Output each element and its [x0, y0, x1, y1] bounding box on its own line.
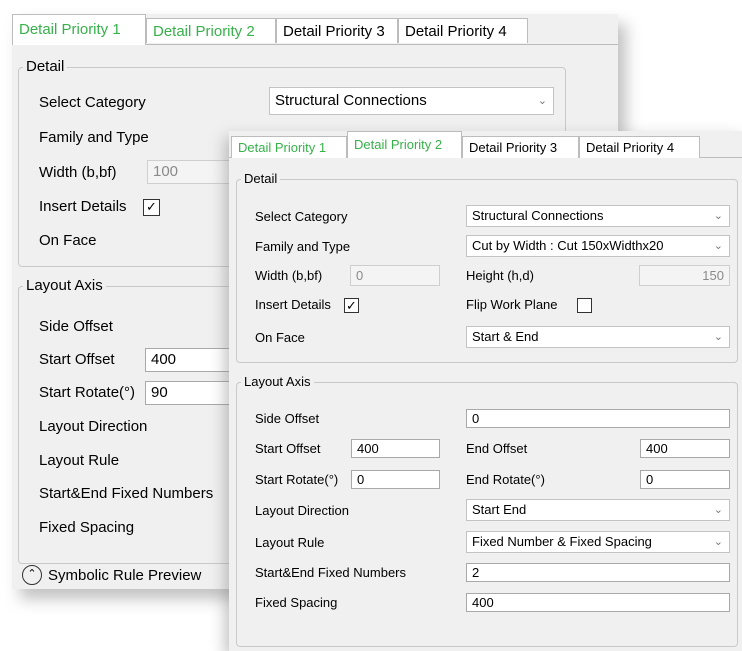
front-side-offset-input[interactable]: 0	[466, 409, 730, 428]
front-tab-detail-priority-2[interactable]: Detail Priority 2	[347, 131, 462, 158]
front-start-rotate-label: Start Rotate(°)	[255, 472, 339, 487]
back-layout-direction-label: Layout Direction	[39, 418, 148, 435]
back-detail-legend: Detail	[23, 59, 68, 75]
back-insert-details-label: Insert Details	[39, 198, 127, 215]
front-height-label: Height (h,d)	[466, 268, 534, 283]
back-select-category-label: Select Category	[39, 94, 146, 111]
front-layout-direction-label: Layout Direction	[255, 503, 349, 518]
front-tab-detail-priority-4[interactable]: Detail Priority 4	[579, 136, 700, 158]
front-tab-detail-priority-3[interactable]: Detail Priority 3	[462, 136, 579, 158]
front-select-category-dropdown[interactable]: Structural Connections ⌄	[466, 205, 730, 227]
front-tab-bar: Detail Priority 1 Detail Priority 2 Deta…	[229, 131, 742, 158]
front-layout-rule-dropdown[interactable]: Fixed Number & Fixed Spacing ⌄	[466, 531, 730, 553]
front-family-type-value: Cut by Width : Cut 150xWidthx20	[472, 238, 664, 253]
back-tab-detail-priority-4[interactable]: Detail Priority 4	[398, 18, 528, 43]
front-on-face-dropdown[interactable]: Start & End ⌄	[466, 326, 730, 348]
front-layout-direction-value: Start End	[472, 502, 527, 517]
front-detail-legend: Detail	[241, 171, 281, 187]
chevron-down-icon: ⌄	[713, 536, 723, 548]
front-layout-direction-dropdown[interactable]: Start End ⌄	[466, 499, 730, 521]
front-layout-rule-value: Fixed Number & Fixed Spacing	[472, 534, 652, 549]
checkmark-icon: ✓	[146, 199, 157, 214]
back-tab-detail-priority-3[interactable]: Detail Priority 3	[276, 18, 398, 43]
back-fixed-numbers-label: Start&End Fixed Numbers	[39, 485, 214, 502]
back-family-type-label: Family and Type	[39, 129, 149, 146]
front-height-input[interactable]: 150	[639, 265, 730, 286]
chevron-down-icon: ⌄	[713, 504, 723, 516]
back-tab-detail-priority-1[interactable]: Detail Priority 1	[12, 14, 146, 45]
front-insert-details-checkbox[interactable]: ✓	[344, 298, 359, 313]
front-fixed-numbers-label: Start&End Fixed Numbers	[255, 565, 407, 580]
back-tab-bar: Detail Priority 1 Detail Priority 2 Deta…	[12, 14, 618, 45]
front-end-rotate-label: End Rotate(°)	[466, 472, 545, 487]
front-fixed-numbers-input[interactable]: 2	[466, 563, 730, 582]
back-start-rotate-label: Start Rotate(°)	[39, 384, 136, 401]
front-insert-details-label: Insert Details	[255, 297, 331, 312]
back-insert-details-checkbox[interactable]: ✓	[143, 199, 160, 216]
chevron-down-icon: ⌄	[713, 240, 723, 252]
front-start-rotate-input[interactable]: 0	[351, 470, 440, 489]
back-symbolic-rule-preview-label[interactable]: Symbolic Rule Preview	[48, 567, 201, 584]
front-layout-legend: Layout Axis	[241, 374, 314, 390]
front-fixed-spacing-label: Fixed Spacing	[255, 595, 338, 610]
front-width-input[interactable]: 0	[350, 265, 440, 286]
chevron-down-icon: ⌄	[713, 331, 723, 343]
front-flip-work-plane-label: Flip Work Plane	[466, 297, 558, 312]
back-width-label: Width (b,bf)	[39, 164, 117, 181]
front-fixed-spacing-input[interactable]: 400	[466, 593, 730, 612]
chevron-down-icon: ⌄	[713, 210, 723, 222]
back-select-category-dropdown[interactable]: Structural Connections ⌄	[269, 87, 554, 115]
front-end-rotate-input[interactable]: 0	[640, 470, 730, 489]
front-flip-work-plane-checkbox[interactable]	[577, 298, 592, 313]
back-select-category-value: Structural Connections	[275, 92, 427, 109]
front-detail-group: Detail Select Category Structural Connec…	[236, 171, 738, 363]
back-layout-legend: Layout Axis	[23, 278, 106, 294]
front-width-label: Width (b,bf)	[255, 268, 323, 283]
front-dialog: Detail Priority 1 Detail Priority 2 Deta…	[229, 131, 742, 651]
front-start-offset-label: Start Offset	[255, 441, 321, 456]
back-layout-rule-label: Layout Rule	[39, 452, 120, 469]
front-family-type-label: Family and Type	[255, 239, 351, 254]
back-side-offset-label: Side Offset	[39, 318, 113, 335]
back-tab-detail-priority-2[interactable]: Detail Priority 2	[146, 18, 276, 43]
front-family-type-dropdown[interactable]: Cut by Width : Cut 150xWidthx20 ⌄	[466, 235, 730, 257]
front-on-face-label: On Face	[255, 330, 305, 345]
back-on-face-label: On Face	[39, 232, 97, 249]
front-select-category-value: Structural Connections	[472, 208, 604, 223]
back-start-offset-label: Start Offset	[39, 351, 115, 368]
front-end-offset-label: End Offset	[466, 441, 528, 456]
back-fixed-spacing-label: Fixed Spacing	[39, 519, 135, 536]
chevron-down-icon: ⌄	[537, 95, 547, 107]
front-on-face-value: Start & End	[472, 329, 539, 344]
front-tab-detail-priority-1[interactable]: Detail Priority 1	[231, 136, 347, 158]
front-layout-axis-group: Layout Axis Side Offset 0 Start Offset 4…	[236, 374, 738, 647]
front-select-category-label: Select Category	[255, 209, 348, 224]
checkmark-icon: ✓	[346, 298, 357, 313]
front-start-offset-input[interactable]: 400	[351, 439, 440, 458]
front-end-offset-input[interactable]: 400	[640, 439, 730, 458]
front-layout-rule-label: Layout Rule	[255, 535, 325, 550]
chevron-up-circle-icon[interactable]: ⌃	[22, 565, 42, 585]
front-side-offset-label: Side Offset	[255, 411, 320, 426]
